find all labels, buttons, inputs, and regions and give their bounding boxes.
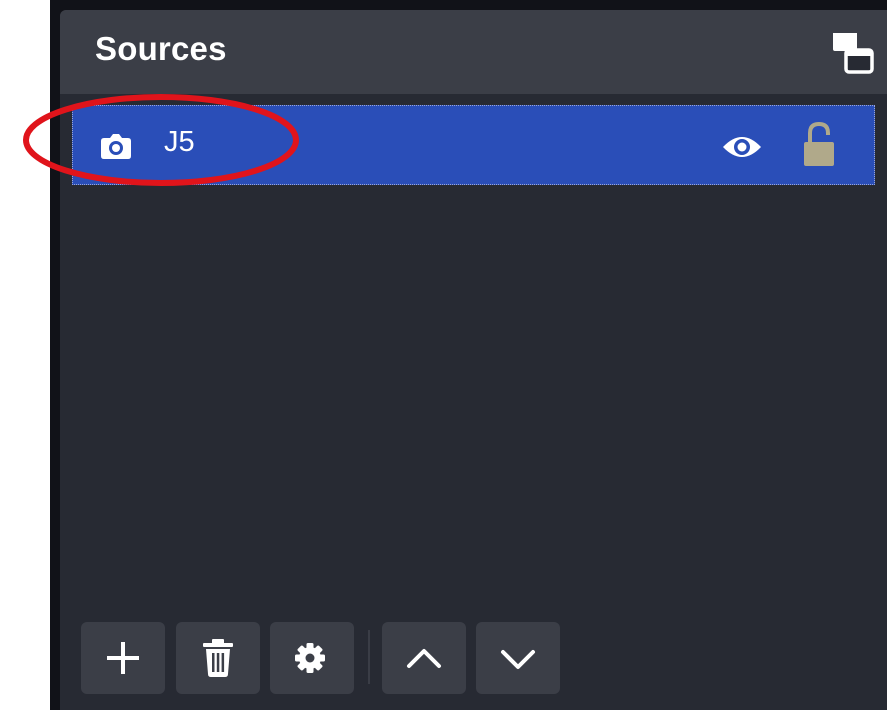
panel-title: Sources <box>95 30 227 67</box>
visibility-toggle[interactable] <box>720 130 764 164</box>
undock-windows-icon <box>833 33 874 74</box>
trash-icon <box>203 639 233 677</box>
screenshot-stage: Sources J5 <box>0 0 887 710</box>
eye-icon <box>723 137 761 157</box>
remove-source-button[interactable] <box>176 622 260 694</box>
lock-toggle[interactable] <box>800 120 840 168</box>
source-name-label: J5 <box>164 126 195 158</box>
chevron-down-icon <box>501 650 535 669</box>
camera-icon <box>101 134 131 159</box>
source-properties-button[interactable] <box>270 622 354 694</box>
unlocked-padlock-icon <box>804 121 834 166</box>
toolbar-separator <box>368 630 370 684</box>
gear-icon <box>295 643 325 673</box>
add-source-button[interactable] <box>81 622 165 694</box>
move-source-up-button[interactable] <box>382 622 466 694</box>
undock-button[interactable] <box>830 30 876 76</box>
move-source-down-button[interactable] <box>476 622 560 694</box>
plus-icon <box>107 642 139 674</box>
chevron-up-icon <box>407 649 441 668</box>
